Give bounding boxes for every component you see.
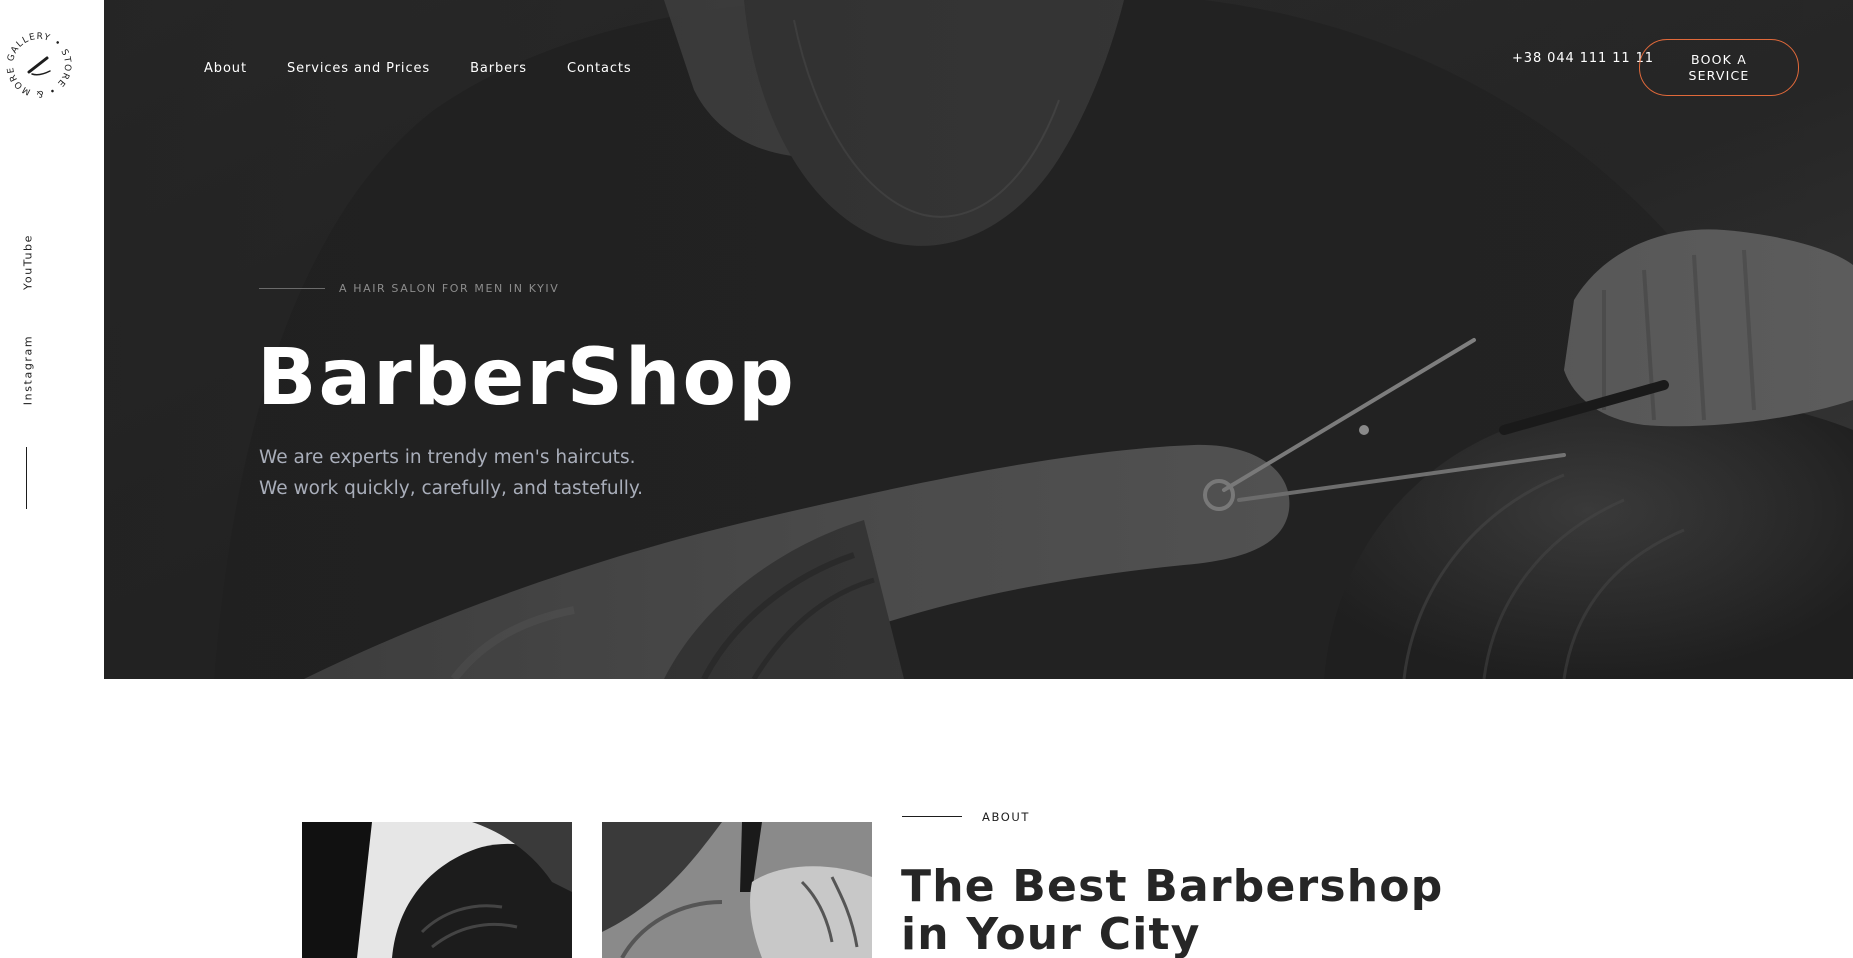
eyebrow-divider (259, 288, 325, 289)
logo-badge-icon: GALLERY • STORE • & MORE • (0, 25, 71, 98)
hero-eyebrow: A HAIR SALON FOR MEN IN KYIV (339, 282, 560, 295)
about-divider (902, 816, 962, 817)
sidebar-divider (26, 447, 27, 509)
about-photo-beard (302, 822, 572, 958)
main-nav: About Services and Prices Barbers Contac… (204, 61, 672, 76)
about-photo-haircut (602, 822, 872, 958)
nav-link-about[interactable]: About (204, 61, 247, 76)
nav-link-contacts[interactable]: Contacts (567, 61, 632, 76)
hero-title: BarberShop (257, 333, 796, 423)
left-sidebar: GALLERY • STORE • & MORE • YouTube Insta… (0, 0, 104, 958)
about-title: The Best Barbershop in Your City (901, 861, 1444, 958)
social-link-instagram[interactable]: Instagram (22, 335, 35, 405)
hero-subtitle-line-1: We are experts in trendy men's haircuts. (259, 447, 636, 468)
social-link-youtube[interactable]: YouTube (22, 234, 35, 290)
beard-photo-image (302, 822, 572, 958)
about-label: ABOUT (982, 810, 1031, 824)
hero-section: About Services and Prices Barbers Contac… (104, 0, 1853, 679)
nav-link-barbers[interactable]: Barbers (470, 61, 527, 76)
nav-link-services-and-prices[interactable]: Services and Prices (287, 61, 430, 76)
book-a-service-button[interactable]: BOOK A SERVICE (1639, 39, 1799, 96)
hero-subtitle: We are experts in trendy men's haircuts.… (259, 442, 643, 504)
logo[interactable]: GALLERY • STORE • & MORE • (0, 25, 76, 98)
hero-subtitle-line-2: We work quickly, carefully, and tasteful… (259, 478, 644, 499)
haircut-photo-image (602, 822, 872, 958)
phone-link[interactable]: +38 044 111 11 11 (1512, 51, 1654, 66)
